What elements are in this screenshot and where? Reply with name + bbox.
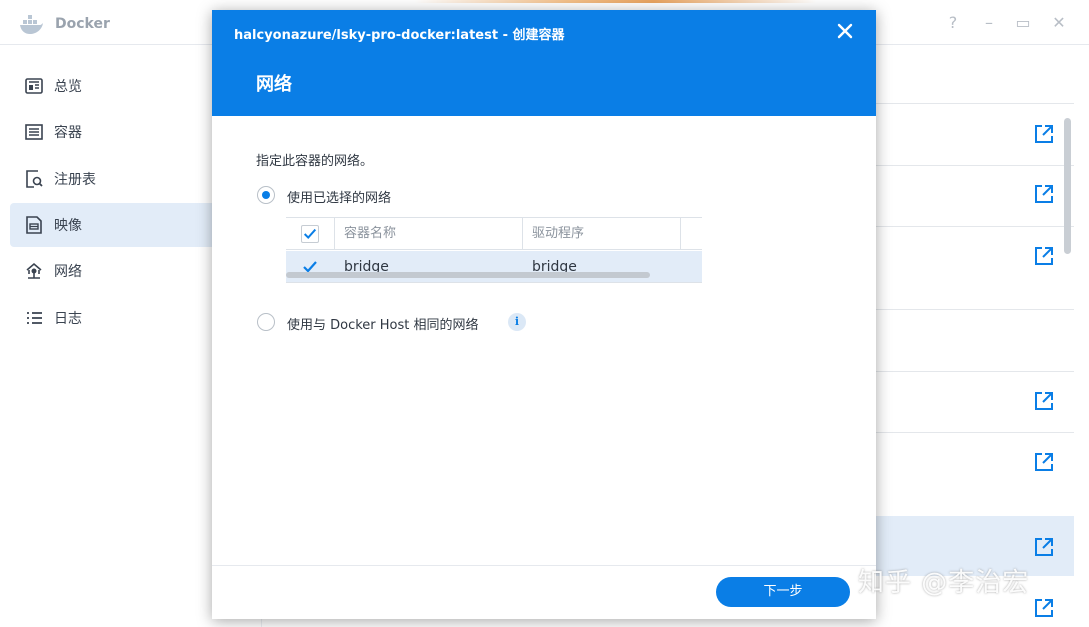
app-title: Docker: [55, 16, 110, 32]
list-scrollbar[interactable]: [1064, 118, 1071, 254]
dialog-footer-divider: [212, 565, 876, 566]
list-divider: [876, 371, 1074, 372]
list-divider: [876, 432, 1074, 433]
minimize-icon[interactable]: –: [978, 12, 1000, 34]
column-divider: [334, 218, 335, 250]
select-all-checkbox[interactable]: [301, 225, 319, 243]
list-divider: [876, 165, 1074, 166]
sidebar-item-label: 日志: [54, 311, 82, 327]
network-description: 指定此容器的网络。: [256, 154, 374, 169]
sidebar-item-label: 网络: [54, 264, 82, 280]
close-icon[interactable]: [836, 22, 854, 40]
cell-network-driver: bridge: [532, 259, 577, 275]
column-divider: [522, 218, 523, 250]
open-external-icon[interactable]: [1033, 451, 1055, 473]
sidebar-item-images[interactable]: 映像: [10, 203, 220, 247]
dialog-title: halcyonazure/lsky-pro-docker:latest - 创建…: [234, 28, 565, 43]
table-row[interactable]: bridge bridge: [286, 251, 702, 283]
sidebar-item-network[interactable]: 网络: [10, 249, 220, 293]
open-external-icon[interactable]: [1033, 245, 1055, 267]
step-title: 网络: [256, 74, 292, 95]
column-header-name[interactable]: 容器名称: [344, 218, 396, 250]
registry-icon: [26, 170, 43, 188]
overview-icon: [25, 78, 43, 94]
checkmark-icon: [303, 228, 317, 239]
table-horizontal-scrollbar[interactable]: [286, 272, 650, 278]
radio-label-host-network: 使用与 Docker Host 相同的网络: [287, 318, 479, 333]
sidebar-item-label: 容器: [54, 125, 82, 141]
table-header: 容器名称 驱动程序: [286, 218, 702, 250]
network-icon: [26, 262, 42, 279]
list-divider: [876, 226, 1074, 227]
info-icon[interactable]: i: [508, 313, 526, 331]
next-button[interactable]: 下一步: [716, 577, 850, 607]
open-external-icon[interactable]: [1033, 536, 1055, 558]
column-header-driver[interactable]: 驱动程序: [532, 218, 584, 250]
open-external-icon[interactable]: [1033, 390, 1055, 412]
open-external-icon[interactable]: [1033, 183, 1055, 205]
cell-network-name: bridge: [344, 259, 389, 275]
column-divider: [680, 218, 681, 250]
radio-use-host-network[interactable]: [257, 313, 275, 331]
create-container-dialog: halcyonazure/lsky-pro-docker:latest - 创建…: [212, 10, 876, 619]
watermark: 知乎 @李治宏: [858, 568, 1030, 598]
radio-use-selected-network[interactable]: [257, 186, 275, 204]
help-icon[interactable]: ?: [942, 12, 964, 34]
sidebar-item-containers[interactable]: 容器: [10, 110, 220, 154]
radio-label-selected-network: 使用已选择的网络: [287, 191, 392, 206]
sidebar-item-label: 映像: [54, 218, 82, 234]
list-divider: [876, 103, 1074, 104]
list-divider: [876, 309, 1074, 310]
sidebar-item-label: 总览: [54, 79, 82, 95]
sidebar-item-label: 注册表: [54, 172, 96, 188]
sidebar-item-logs[interactable]: 日志: [10, 296, 220, 340]
network-table: 容器名称 驱动程序 bridge bridge: [286, 217, 702, 283]
close-window-icon[interactable]: ✕: [1048, 12, 1070, 34]
docker-logo-icon: [20, 15, 43, 34]
image-icon: [26, 216, 42, 234]
sidebar-item-overview[interactable]: 总览: [10, 64, 220, 108]
open-external-icon[interactable]: [1033, 123, 1055, 145]
open-external-icon[interactable]: [1033, 597, 1055, 619]
log-icon: [27, 312, 42, 324]
dialog-header: halcyonazure/lsky-pro-docker:latest - 创建…: [212, 10, 876, 116]
maximize-icon[interactable]: ▭: [1012, 12, 1034, 34]
sidebar-item-registry[interactable]: 注册表: [10, 157, 220, 201]
container-icon: [25, 124, 43, 140]
